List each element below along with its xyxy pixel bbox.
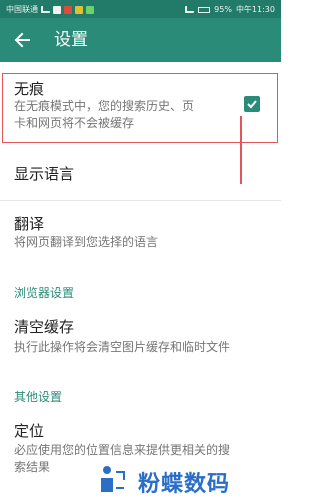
wechat-icon <box>86 5 94 14</box>
other-settings-header: 其他设置 <box>14 390 63 404</box>
display-language-title: 显示语言 <box>14 165 75 183</box>
clock: 中午11:30 <box>235 5 275 14</box>
battery-percent: 95% <box>214 5 232 14</box>
highlight-box <box>2 73 278 143</box>
battery-icon <box>198 6 211 13</box>
back-button[interactable] <box>10 28 34 52</box>
clear-cache-description: 执行此操作将会清空图片缓存和临时文件 <box>14 340 231 354</box>
status-left: 中国联通 <box>6 4 94 15</box>
location-description-line2: 索结果 <box>14 460 51 474</box>
browser-settings-header: 浏览器设置 <box>14 286 75 300</box>
wifi-icon <box>185 6 195 13</box>
back-arrow-icon <box>14 32 30 48</box>
carrier-label: 中国联通 <box>6 5 38 14</box>
watermark-text: 粉蝶数码 <box>138 472 231 497</box>
app-notification-icon <box>53 5 61 14</box>
clear-cache-title: 清空缓存 <box>14 318 75 336</box>
location-title: 定位 <box>14 422 45 440</box>
translate-row[interactable]: 翻译 将网页翻译到您选择的语言 <box>0 200 281 270</box>
checkmark-icon <box>247 100 257 109</box>
clear-cache-row[interactable]: 清空缓存 执行此操作将会清空图片缓存和临时文件 <box>0 304 281 366</box>
yellow-app-icon <box>75 5 83 14</box>
location-description-line1: 必应使用您的位置信息来提供更相关的搜 <box>14 443 231 457</box>
translate-description: 将网页翻译到您选择的语言 <box>14 235 159 249</box>
red-app-icon <box>64 5 72 14</box>
watermark-logo-icon <box>101 466 125 492</box>
signal-icon <box>41 6 50 13</box>
incognito-checkbox[interactable] <box>244 96 260 112</box>
status-bar: 中国联通 95% 中午11:30 <box>0 0 281 18</box>
status-right: 95% 中午11:30 <box>185 4 275 15</box>
translate-title: 翻译 <box>14 215 45 233</box>
display-language-row[interactable]: 显示语言 <box>0 148 281 200</box>
page-title: 设置 <box>54 30 88 50</box>
app-toolbar: 设置 <box>0 18 281 62</box>
watermark: 粉蝶数码 <box>94 460 281 500</box>
